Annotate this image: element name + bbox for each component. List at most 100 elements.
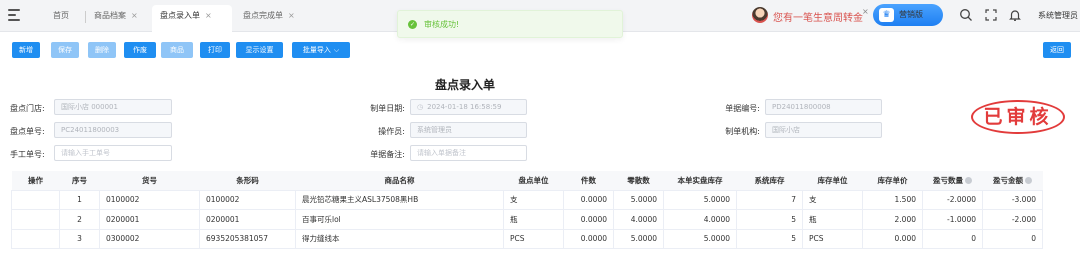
close-icon[interactable]: × [862,7,869,16]
col-header: 系统库存 [736,171,803,191]
col-header-profit-amount: 盈亏金额 [982,171,1043,191]
cell-system-stock: 7 [736,190,803,210]
close-icon[interactable]: × [288,11,295,20]
edition-label: 营销版 [899,10,923,19]
tab-home[interactable]: 首页 [45,5,77,27]
tab-label: 盘点录入单 [160,11,200,20]
date-field: ◷ 2024-01-18 16:58:59 [410,99,527,115]
display-settings-button[interactable]: 显示设置 [236,42,283,58]
bill-no-field: PD24011800008 [765,99,882,115]
cell-count-unit: PCS [503,229,564,249]
toolbar: 新增 保存 删除 作废 商品 打印 显示设置 批量导入 ⌵ 返回 [0,38,1080,62]
col-header: 库存单位 [802,171,863,191]
menu-toggle-icon[interactable] [8,9,20,21]
cell-profit-amount: -3.000 [982,190,1043,210]
search-icon[interactable] [959,8,973,22]
cell-profit-qty: -1.0000 [922,209,983,230]
cell-pieces[interactable]: 0.0000 [563,229,614,249]
cell-pieces[interactable]: 0.0000 [563,209,614,230]
remark-input[interactable]: 请输入单据备注 [410,145,527,161]
void-button[interactable]: 作废 [124,42,156,58]
col-header: 本单实盘库存 [663,171,737,191]
cell-action[interactable] [11,229,60,249]
clock-icon: ◷ [417,103,424,111]
store-label: 盘点门店: [10,104,45,113]
cell-index: 3 [59,229,100,249]
cell-stock-unit: 支 [802,190,863,210]
cell-actual-stock: 5.0000 [663,190,737,210]
cell-action[interactable] [11,190,60,210]
cell-barcode: 6935205381057 [199,229,296,249]
cell-product-name: 得力缝线本 [295,229,504,249]
user-name[interactable]: 系统管理员 [1038,10,1078,21]
advisor-avatar[interactable] [752,7,768,23]
bell-icon[interactable] [1008,8,1022,22]
cell-item-no: 0100002 [99,190,200,210]
new-button[interactable]: 新增 [12,42,40,58]
cell-product-name: 百事可乐lol [295,209,504,230]
delete-button[interactable]: 删除 [88,42,116,58]
cell-barcode: 0100002 [199,190,296,210]
edition-badge[interactable]: ♛ 营销版 [873,4,943,26]
cell-loose[interactable]: 5.0000 [613,229,664,249]
page-title: 盘点录入单 [434,78,495,92]
help-icon[interactable] [965,176,972,184]
col-header-profit-qty: 盈亏数量 [922,171,983,191]
check-circle-icon: ✓ [408,20,417,29]
save-button[interactable]: 保存 [51,42,79,58]
date-label: 制单日期: [370,104,405,113]
tab-stocktake-entry[interactable]: 盘点录入单 × [152,5,232,32]
remark-label: 单据备注: [370,150,405,159]
check-no-field: PC24011800003 [54,122,172,138]
cell-loose[interactable]: 5.0000 [613,190,664,210]
cell-loose[interactable]: 4.0000 [613,209,664,230]
close-icon[interactable]: × [205,11,212,20]
help-icon[interactable] [1025,176,1032,184]
col-header: 库存单价 [862,171,923,191]
manual-no-input[interactable]: 请输入手工单号 [54,145,172,161]
print-button[interactable]: 打印 [200,42,230,58]
toast-message: 审核成功! [424,20,460,29]
approved-stamp: 已审核 [971,100,1065,134]
cell-actual-stock: 4.0000 [663,209,737,230]
cell-product-name: 晨光铅芯糖果主义ASL37508黑HB [295,190,504,210]
cell-item-no: 0300002 [99,229,200,249]
table-row[interactable]: 3 0300002 6935205381057 得力缝线本 PCS 0.0000… [11,229,1043,249]
operator-label: 操作员: [378,127,405,136]
cell-pieces[interactable]: 0.0000 [563,190,614,210]
cell-item-no: 0200001 [99,209,200,230]
cell-barcode: 0200001 [199,209,296,230]
product-button[interactable]: 商品 [161,42,193,58]
col-header: 商品名称 [295,171,504,191]
manual-no-label: 手工单号: [10,150,45,159]
org-label: 制单机构: [725,127,760,136]
cell-profit-amount: 0 [982,229,1043,249]
chevron-down-icon: ⌵ [333,46,340,54]
table-header-row: 操作 序号 货号 条形码 商品名称 盘点单位 件数 零散数 本单实盘库存 系统库… [11,171,1043,191]
col-header: 盘点单位 [503,171,564,191]
back-button[interactable]: 返回 [1043,42,1071,58]
tab-stocktake-complete[interactable]: 盘点完成单 × [235,5,303,27]
check-no-label: 盘点单号: [10,127,45,136]
crown-icon: ♛ [879,8,894,22]
bill-no-label: 单据编号: [725,104,760,113]
cell-index: 2 [59,209,100,230]
cell-system-stock: 5 [736,229,803,249]
table-row[interactable]: 1 0100002 0100002 晨光铅芯糖果主义ASL37508黑HB 支 … [11,190,1043,210]
cell-count-unit: 瓶 [503,209,564,230]
advisor-link[interactable]: 您有一笔生意周转金 [773,9,863,24]
batch-import-label: 批量导入 [302,46,331,54]
batch-import-button[interactable]: 批量导入 ⌵ [292,42,350,58]
col-header: 件数 [563,171,614,191]
store-field: 国际小店 000001 [54,99,172,115]
cell-actual-stock: 5.0000 [663,229,737,249]
close-icon[interactable]: × [131,11,138,20]
col-header: 条形码 [199,171,296,191]
cell-action[interactable] [11,209,60,230]
tab-label: 商品档案 [94,11,126,20]
tab-product-archive[interactable]: 商品档案 × [86,5,146,27]
col-header: 零散数 [613,171,664,191]
cell-profit-amount: -2.000 [982,209,1043,230]
table-row[interactable]: 2 0200001 0200001 百事可乐lol 瓶 0.0000 4.000… [11,209,1043,230]
fullscreen-icon[interactable] [984,8,998,22]
